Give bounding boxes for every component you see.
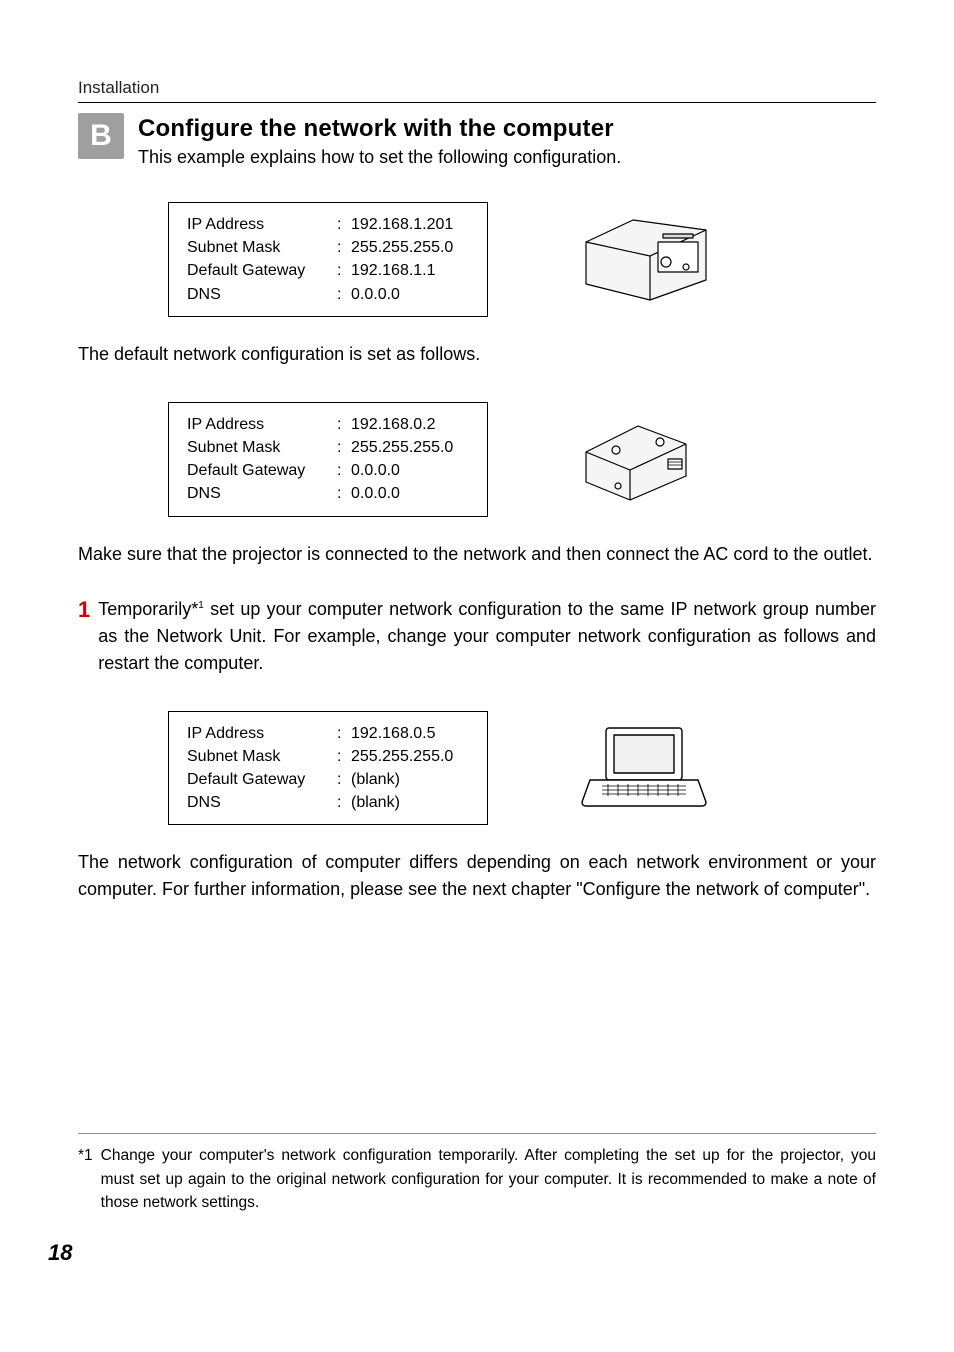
config-box-3: IP Address:192.168.0.5 Subnet Mask:255.2… — [168, 711, 488, 826]
step-number: 1 — [78, 596, 90, 677]
cfg-value: 255.255.255.0 — [351, 436, 453, 459]
config-box-2: IP Address:192.168.0.2 Subnet Mask:255.2… — [168, 402, 488, 517]
cfg-label: IP Address — [187, 413, 337, 436]
footnote-mark: *1 — [78, 1144, 93, 1214]
cfg-label: Default Gateway — [187, 768, 337, 791]
title-row: B Configure the network with the compute… — [78, 113, 876, 168]
make-sure-text: Make sure that the projector is connecte… — [78, 541, 876, 568]
page-number: 18 — [48, 1240, 72, 1266]
network-unit-illustration — [578, 414, 698, 504]
cfg-label: Subnet Mask — [187, 436, 337, 459]
config-block-1: IP Address:192.168.1.201 Subnet Mask:255… — [168, 202, 876, 317]
cfg-label: DNS — [187, 791, 337, 814]
projector-illustration — [578, 212, 718, 307]
cfg-value: 255.255.255.0 — [351, 236, 453, 259]
section-subtitle: This example explains how to set the fol… — [138, 147, 876, 168]
step-lead: Temporarily* — [98, 599, 198, 619]
cfg-value: (blank) — [351, 768, 400, 791]
cfg-label: IP Address — [187, 722, 337, 745]
config-box-1: IP Address:192.168.1.201 Subnet Mask:255… — [168, 202, 488, 317]
cfg-value: 0.0.0.0 — [351, 283, 400, 306]
cfg-value: 0.0.0.0 — [351, 482, 400, 505]
config-block-2: IP Address:192.168.0.2 Subnet Mask:255.2… — [168, 402, 876, 517]
section-badge: B — [78, 113, 124, 159]
cfg-value: 192.168.0.5 — [351, 722, 436, 745]
section-header: Installation — [78, 78, 876, 98]
step-1: 1 Temporarily*1 set up your computer net… — [78, 596, 876, 677]
cfg-value: 255.255.255.0 — [351, 745, 453, 768]
footnote-text: Change your computer's network configura… — [101, 1144, 876, 1214]
cfg-label: IP Address — [187, 213, 337, 236]
cfg-label: DNS — [187, 482, 337, 505]
config-block-3: IP Address:192.168.0.5 Subnet Mask:255.2… — [168, 711, 876, 826]
cfg-value: 0.0.0.0 — [351, 459, 400, 482]
section-title: Configure the network with the computer — [138, 115, 876, 143]
closing-text: The network configuration of computer di… — [78, 849, 876, 903]
cfg-value: (blank) — [351, 791, 400, 814]
footnote-rule — [78, 1133, 876, 1134]
cfg-value: 192.168.1.1 — [351, 259, 436, 282]
cfg-value: 192.168.0.2 — [351, 413, 436, 436]
step-body: Temporarily*1 set up your computer netwo… — [98, 596, 876, 677]
cfg-label: DNS — [187, 283, 337, 306]
footnote: *1 Change your computer's network config… — [78, 1144, 876, 1214]
cfg-label: Default Gateway — [187, 459, 337, 482]
cfg-label: Default Gateway — [187, 259, 337, 282]
cfg-label: Subnet Mask — [187, 236, 337, 259]
laptop-illustration — [578, 720, 708, 815]
cfg-value: 192.168.1.201 — [351, 213, 453, 236]
header-rule — [78, 102, 876, 103]
default-config-text: The default network configuration is set… — [78, 341, 876, 368]
cfg-label: Subnet Mask — [187, 745, 337, 768]
